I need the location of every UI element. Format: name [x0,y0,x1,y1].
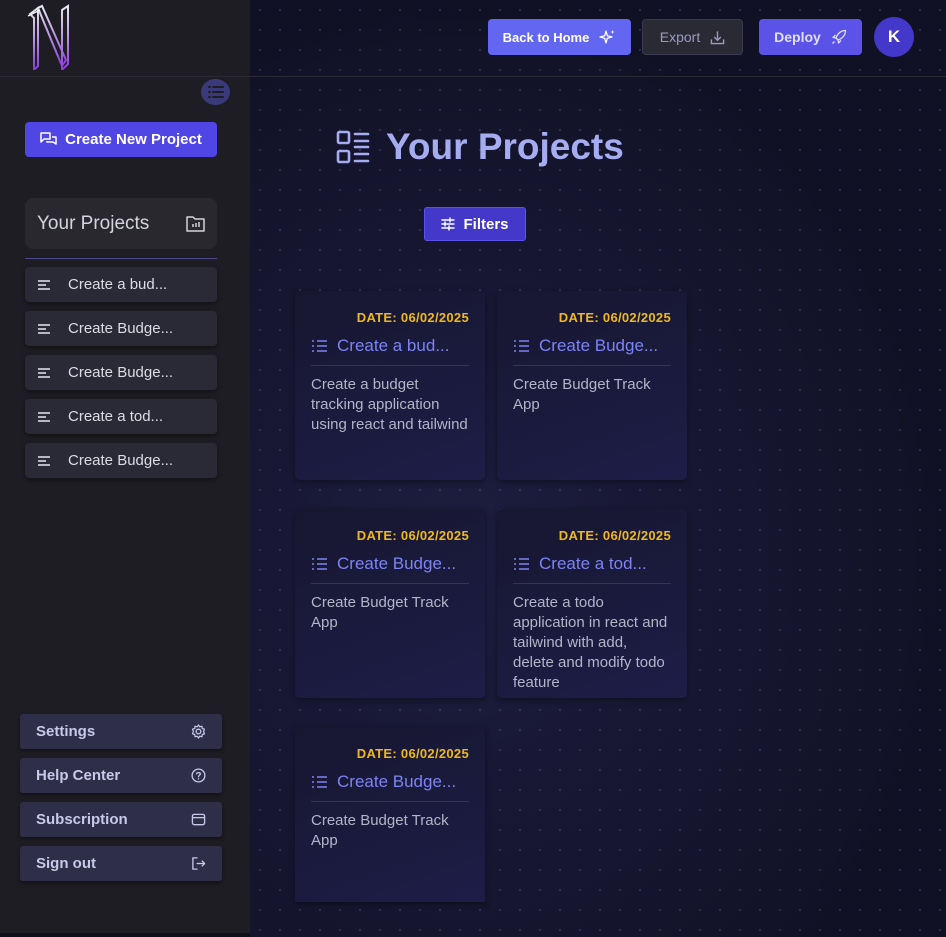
card-title: Create a tod... [539,554,647,573]
sign-out-button[interactable]: Sign out [20,846,222,881]
card-title: Create Budge... [337,772,457,791]
card-divider [311,583,469,584]
card-description: Create a todo application in react and t… [513,594,668,691]
page-heading: Your Projects [336,126,624,168]
card-divider [513,365,671,366]
chat-icon [40,132,57,145]
panel-title: Your Projects [37,212,150,234]
sidebar-project-label: Create Budge... [68,452,174,469]
export-label: Export [659,29,701,45]
list-icon [514,558,529,570]
text-lines-icon [38,411,50,422]
sidebar-project-item[interactable]: Create Budge... [25,443,217,478]
card-divider [513,583,671,584]
download-icon [710,30,725,44]
sidebar-project-label: Create Budge... [68,320,174,337]
card-date: DATE: 06/02/2025 [356,746,469,761]
sidebar-project-label: Create a tod... [68,408,164,425]
list-icon [207,86,224,98]
help-icon [191,768,206,783]
sidebar-toggle-button[interactable] [201,79,230,105]
create-new-project-button[interactable]: Create New Project [25,122,217,157]
back-to-home-label: Back to Home [502,29,590,45]
dashboard-list-icon [336,130,370,164]
card-date: DATE: 06/02/2025 [558,528,671,543]
sign-out-icon [192,857,206,870]
card-date: DATE: 06/02/2025 [356,310,469,325]
page-title: Your Projects [386,126,624,167]
create-new-project-label: Create New Project [65,131,202,148]
export-button[interactable]: Export [642,19,743,55]
user-avatar[interactable]: K [874,17,914,57]
list-icon [312,776,327,788]
card-title-row: Create Budge... [513,335,671,357]
project-card[interactable]: DATE: 06/02/2025 Create Budge... Create … [295,727,485,902]
card-title-row: Create a bud... [311,335,469,357]
project-card[interactable]: DATE: 06/02/2025 Create Budge... Create … [497,291,687,480]
card-title: Create a bud... [337,336,450,355]
subscription-label: Subscription [36,811,128,828]
settings-label: Settings [36,723,96,740]
text-lines-icon [38,323,50,334]
card-divider [311,365,469,366]
help-center-button[interactable]: Help Center [20,758,222,793]
sidebar: Create New Project Your Projects Create … [0,0,250,933]
help-center-label: Help Center [36,767,121,784]
text-lines-icon [38,455,50,466]
subscription-icon [191,813,206,826]
card-title: Create Budge... [539,336,659,355]
card-divider [311,801,469,802]
sidebar-project-label: Create Budge... [68,364,174,381]
sidebar-project-item[interactable]: Create Budge... [25,355,217,390]
sidebar-project-label: Create a bud... [68,276,168,293]
list-icon [312,558,327,570]
filters-label: Filters [463,215,509,233]
sign-out-label: Sign out [36,855,96,872]
card-description: Create Budget Track App [311,812,449,849]
deploy-label: Deploy [774,29,821,45]
bottom-menu: Settings Help Center Subscription Sign o… [20,714,222,890]
top-bar: Back to Home Export Deploy K [0,0,946,77]
your-projects-panel[interactable]: Your Projects [25,198,217,249]
project-list: Create a bud... Create Budge... Create B… [25,267,217,487]
list-icon [312,340,327,352]
project-card[interactable]: DATE: 06/02/2025 Create a bud... Create … [295,291,485,480]
folder-icon [186,216,205,232]
rocket-icon [831,29,846,44]
sidebar-project-item[interactable]: Create Budge... [25,311,217,346]
list-icon [514,340,529,352]
sparkles-icon [599,29,615,44]
card-title-row: Create a tod... [513,553,671,575]
card-description: Create a budget tracking application usi… [311,376,468,433]
text-lines-icon [38,367,50,378]
sliders-icon [441,217,456,231]
project-card[interactable]: DATE: 06/02/2025 Create Budge... Create … [295,509,485,698]
filters-button[interactable]: Filters [424,207,526,241]
back-to-home-button[interactable]: Back to Home [488,19,631,55]
gear-icon [191,724,206,739]
project-card[interactable]: DATE: 06/02/2025 Create a tod... Create … [497,509,687,698]
deploy-button[interactable]: Deploy [759,19,862,55]
card-title-row: Create Budge... [311,553,469,575]
panel-divider [25,258,217,259]
text-lines-icon [38,279,50,290]
card-date: DATE: 06/02/2025 [356,528,469,543]
card-title-row: Create Budge... [311,771,469,793]
subscription-button[interactable]: Subscription [20,802,222,837]
card-date: DATE: 06/02/2025 [558,310,671,325]
sidebar-project-item[interactable]: Create a tod... [25,399,217,434]
settings-button[interactable]: Settings [20,714,222,749]
sidebar-project-item[interactable]: Create a bud... [25,267,217,302]
card-description: Create Budget Track App [513,376,651,413]
card-title: Create Budge... [337,554,457,573]
card-description: Create Budget Track App [311,594,449,631]
